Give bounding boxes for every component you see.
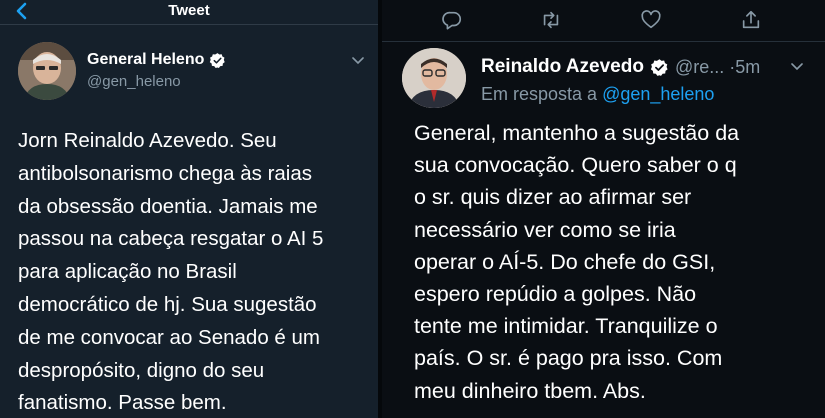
author-name-text: Reinaldo Azevedo	[481, 56, 644, 77]
tweet-action-bar	[382, 0, 825, 42]
tweet-text: Jorn Reinaldo Azevedo. Seu antibolsonari…	[18, 129, 324, 415]
right-tweet-panel: Reinaldo Azevedo @re... ·5m Em resposta …	[382, 0, 825, 418]
reply-icon[interactable]	[441, 9, 463, 31]
avatar[interactable]	[402, 48, 466, 108]
author-name-text: General Heleno	[87, 51, 205, 68]
reply-mention-link[interactable]: @gen_heleno	[602, 84, 714, 104]
chevron-down-icon[interactable]	[791, 63, 803, 71]
reply-context: Em resposta a @gen_heleno	[481, 84, 714, 105]
tweet-text: General, mantenho a sugestão da sua conv…	[414, 121, 740, 403]
retweet-icon[interactable]	[540, 9, 562, 31]
verified-badge-icon	[650, 58, 668, 76]
avatar-photo-icon	[18, 42, 76, 100]
reply-prefix: Em resposta a	[481, 84, 598, 104]
author-handle[interactable]: @gen_heleno	[87, 73, 181, 90]
avatar-photo-icon	[402, 48, 466, 108]
author-handle-time[interactable]: @re... ·5m	[675, 57, 760, 78]
left-tweet-panel: Tweet General Heleno @gen_heleno Jorn Re…	[0, 0, 378, 418]
avatar[interactable]	[18, 42, 76, 100]
author-name[interactable]: Reinaldo Azevedo @re... ·5m	[481, 56, 760, 78]
chevron-down-icon[interactable]	[352, 57, 364, 65]
verified-badge-icon	[210, 52, 226, 68]
author-name[interactable]: General Heleno	[87, 51, 226, 69]
share-icon[interactable]	[740, 9, 762, 31]
like-icon[interactable]	[640, 9, 662, 31]
page-title: Tweet	[168, 2, 210, 19]
tweet-header-bar: Tweet	[0, 0, 378, 25]
